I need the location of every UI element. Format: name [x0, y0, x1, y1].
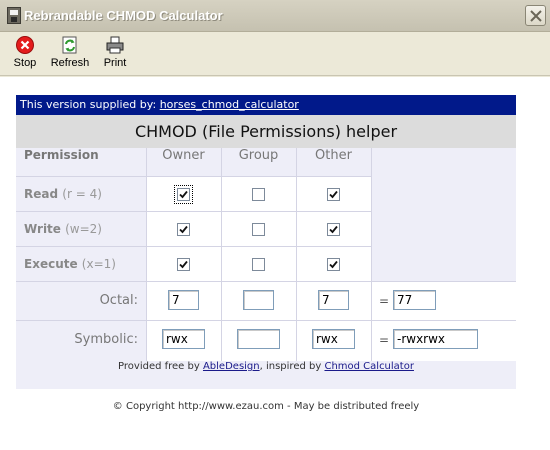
close-icon: [530, 10, 542, 22]
write-label: Write: [24, 222, 61, 236]
symbolic-group-input[interactable]: [237, 329, 280, 349]
chmod-table: Permission Owner Group Other Read (r = 4…: [16, 148, 516, 361]
chmod-calculator-link[interactable]: Chmod Calculator: [324, 361, 414, 372]
write-owner-checkbox[interactable]: [177, 223, 190, 236]
symbolic-label: Symbolic:: [74, 332, 138, 347]
execute-owner-checkbox[interactable]: [177, 258, 190, 271]
write-other-checkbox[interactable]: [327, 223, 340, 236]
refresh-button[interactable]: Refresh: [49, 36, 91, 74]
window-title: Rebrandable CHMOD Calculator: [24, 8, 223, 23]
toolbar: Stop Refresh Print: [0, 32, 550, 76]
read-label: Read: [24, 187, 59, 201]
checkmark-icon: [179, 190, 188, 199]
read-note: (r = 4): [62, 187, 102, 201]
banner-prefix: This version supplied by:: [20, 98, 157, 111]
execute-group-checkbox[interactable]: [252, 258, 265, 271]
page-title: CHMOD (File Permissions) helper: [16, 115, 516, 148]
permission-column-header: Permission: [24, 148, 99, 162]
write-group-checkbox[interactable]: [252, 223, 265, 236]
octal-group-input[interactable]: [243, 290, 274, 310]
printer-icon: [106, 36, 124, 54]
credits-bar: Provided free by AbleDesign, inspired by…: [16, 361, 516, 389]
execute-note: (x=1): [81, 257, 116, 271]
other-column-header: Other: [315, 148, 352, 163]
checkmark-icon: [329, 190, 338, 199]
supplier-banner: This version supplied by: horses_chmod_c…: [16, 95, 516, 115]
stop-icon: [16, 36, 34, 54]
owner-column-header: Owner: [162, 148, 205, 163]
read-group-checkbox[interactable]: [252, 188, 265, 201]
symbolic-result-input[interactable]: -rwxrwx: [393, 329, 478, 349]
checkmark-icon: [179, 260, 188, 269]
checkmark-icon: [329, 225, 338, 234]
execute-other-checkbox[interactable]: [327, 258, 340, 271]
octal-label: Octal:: [99, 293, 138, 308]
refresh-label: Refresh: [50, 57, 90, 69]
copyright-text: © Copyright http://www.ezau.com - May be…: [112, 401, 420, 412]
read-row-label: Read (r = 4): [24, 187, 102, 201]
stop-label: Stop: [13, 57, 37, 69]
octal-owner-input[interactable]: 7: [168, 290, 199, 310]
app-icon: [7, 7, 21, 24]
stop-button[interactable]: Stop: [10, 36, 40, 74]
print-button[interactable]: Print: [100, 36, 130, 74]
close-button[interactable]: [525, 5, 546, 26]
execute-row-label: Execute (x=1): [24, 257, 116, 271]
symbolic-equals: =: [379, 333, 390, 347]
refresh-icon: [62, 36, 77, 54]
read-other-checkbox[interactable]: [327, 188, 340, 201]
group-column-header: Group: [238, 148, 279, 163]
execute-label: Execute: [24, 257, 78, 271]
checkmark-icon: [179, 225, 188, 234]
title-bar: Rebrandable CHMOD Calculator: [0, 0, 550, 32]
abledesign-link[interactable]: AbleDesign: [203, 361, 260, 372]
credits-prefix: Provided free by: [118, 361, 200, 372]
symbolic-other-input[interactable]: rwx: [312, 329, 355, 349]
write-row-label: Write (w=2): [24, 222, 102, 236]
print-label: Print: [103, 57, 127, 69]
octal-equals: =: [379, 294, 390, 308]
credits-inspired: , inspired by: [259, 361, 322, 372]
symbolic-owner-input[interactable]: rwx: [162, 329, 205, 349]
page-content: This version supplied by: horses_chmod_c…: [0, 77, 550, 450]
octal-other-input[interactable]: 7: [318, 290, 349, 310]
read-owner-checkbox[interactable]: [174, 185, 193, 204]
checkmark-icon: [329, 260, 338, 269]
octal-result-input[interactable]: 77: [393, 290, 436, 310]
write-note: (w=2): [65, 222, 102, 236]
supplier-link[interactable]: horses_chmod_calculator: [160, 98, 299, 111]
